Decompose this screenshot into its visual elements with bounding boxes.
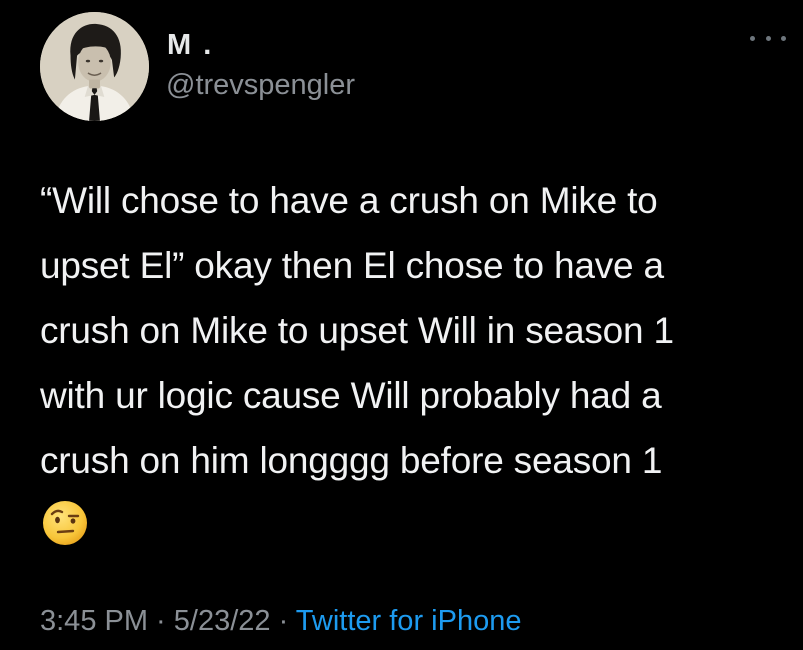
tweet-source-link[interactable]: Twitter for iPhone	[296, 605, 522, 637]
dot	[750, 35, 755, 41]
more-options-icon[interactable]	[750, 26, 786, 50]
tweet-card: M . @trevspengler “Will chose to have a …	[0, 0, 803, 650]
dot	[765, 35, 771, 41]
display-name[interactable]: M .	[167, 28, 213, 62]
dot	[781, 35, 786, 41]
tweet-text: “Will chose to have a crush on Mike to u…	[40, 180, 674, 481]
face-with-raised-eyebrow-icon	[41, 499, 89, 547]
avatar[interactable]	[40, 12, 149, 121]
avatar-photo-icon	[40, 12, 149, 121]
tweet-date[interactable]: 5/23/22	[174, 605, 271, 637]
tweet-time[interactable]: 3:45 PM	[40, 605, 148, 637]
tweet-meta: 3:45 PM · 5/23/22 · Twitter for iPhone	[40, 604, 521, 638]
user-handle[interactable]: @trevspengler	[166, 68, 355, 102]
separator: ·	[148, 605, 174, 637]
separator: ·	[270, 605, 296, 637]
